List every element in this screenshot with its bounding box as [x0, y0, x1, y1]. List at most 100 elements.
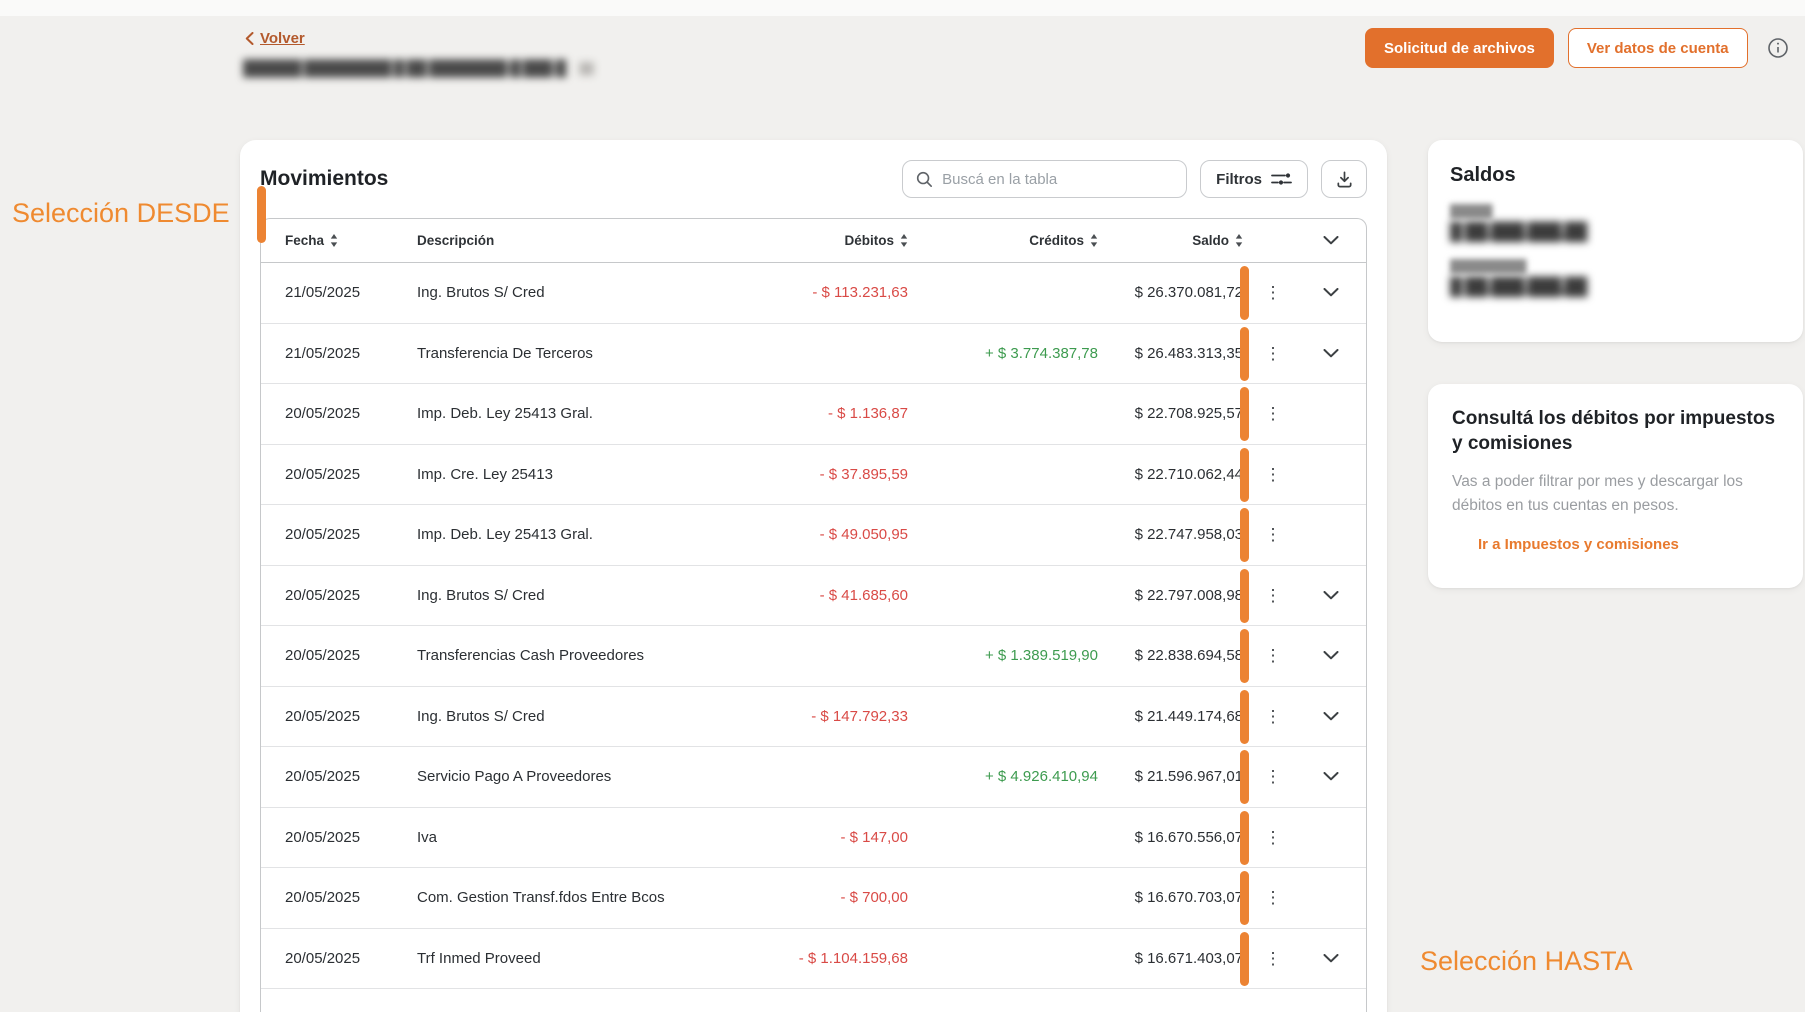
table-row[interactable]: 20/05/2025 Imp. Deb. Ley 25413 Gral. - $…	[261, 505, 1366, 566]
row-saldo: $ 22.797.008,98	[1098, 587, 1243, 604]
col-header-creditos[interactable]: Créditos	[908, 233, 1098, 248]
row-menu-kebab-icon[interactable]: ⋮	[1243, 889, 1303, 906]
selection-hasta-marker	[1240, 569, 1249, 623]
table-row[interactable]: 20/05/2025 Com. Gestion Transf.fdos Entr…	[261, 868, 1366, 929]
row-descripcion: Iva	[403, 829, 748, 846]
sort-icon	[900, 234, 908, 247]
col-header-debitos[interactable]: Débitos	[748, 233, 908, 248]
table-row[interactable]: 20/05/2025 Imp. Deb. Ley 25413 Gral. - $…	[261, 384, 1366, 445]
row-saldo: $ 16.671.403,07	[1098, 950, 1243, 967]
table-search[interactable]	[902, 160, 1187, 198]
row-expand-chevron-icon[interactable]	[1303, 772, 1358, 781]
row-menu-kebab-icon[interactable]: ⋮	[1243, 466, 1303, 483]
saldo-label-redacted: █████	[1450, 204, 1781, 218]
row-descripcion: Imp. Deb. Ley 25413 Gral.	[403, 405, 748, 422]
row-credito: + $ 1.389.519,90	[908, 647, 1098, 664]
movements-card-header: Movimientos Filtros	[240, 140, 1387, 218]
row-descripcion: Trf Inmed Proveed	[403, 950, 748, 967]
sort-icon	[1235, 234, 1243, 247]
col-header-descripcion[interactable]: Descripción	[403, 233, 748, 248]
impuestos-promo-card: Consultá los débitos por impuestos y com…	[1428, 384, 1803, 588]
table-row[interactable]: 20/05/2025 Ing. Brutos S/ Cred - $ 147.7…	[261, 687, 1366, 748]
header-collapse-chevron-icon[interactable]	[1303, 236, 1358, 245]
row-menu-kebab-icon[interactable]: ⋮	[1243, 950, 1303, 967]
row-fecha: 20/05/2025	[285, 950, 403, 967]
col-header-saldo[interactable]: Saldo	[1098, 233, 1243, 248]
filters-sliders-icon	[1271, 171, 1292, 187]
info-icon[interactable]	[1766, 36, 1790, 60]
row-menu-kebab-icon[interactable]: ⋮	[1243, 587, 1303, 604]
movements-card: Movimientos Filtros Fecha Descripción	[240, 140, 1387, 1012]
row-descripcion: Ing. Brutos S/ Cred	[403, 587, 748, 604]
row-menu-kebab-icon[interactable]: ⋮	[1243, 708, 1303, 725]
row-debito: - $ 37.895,59	[748, 466, 908, 483]
account-title: ██████ █████████ █ ██ ████████-█ ███-█ █…	[243, 60, 593, 77]
row-debito: - $ 700,00	[748, 889, 908, 906]
back-link[interactable]: Volver	[245, 30, 305, 47]
table-row[interactable]: 21/05/2025 Transferencia De Terceros + $…	[261, 324, 1366, 385]
back-link-label: Volver	[260, 30, 305, 47]
row-menu-kebab-icon[interactable]: ⋮	[1243, 405, 1303, 422]
table-row[interactable]: 20/05/2025 Imp. Cre. Ley 25413 - $ 37.89…	[261, 445, 1366, 506]
table-row[interactable]: 20/05/2025 Servicio Pago A Proveedores +…	[261, 747, 1366, 808]
row-menu-kebab-icon[interactable]: ⋮	[1243, 526, 1303, 543]
row-expand-chevron-icon[interactable]	[1303, 288, 1358, 297]
row-saldo: $ 16.670.703,07	[1098, 889, 1243, 906]
chevron-left-icon	[245, 32, 254, 45]
search-input[interactable]	[942, 171, 1174, 188]
movements-title: Movimientos	[260, 159, 388, 199]
row-menu-kebab-icon[interactable]: ⋮	[1243, 768, 1303, 785]
row-fecha: 20/05/2025	[285, 768, 403, 785]
saldo-value-redacted: █ ██.███.███,██	[1450, 222, 1781, 242]
account-title-redacted: ██████ █████████ █ ██ ████████-█ ███-█	[243, 60, 565, 77]
row-menu-kebab-icon[interactable]: ⋮	[1243, 345, 1303, 362]
download-icon	[1335, 170, 1354, 189]
row-expand-chevron-icon[interactable]	[1303, 712, 1358, 721]
row-fecha: 20/05/2025	[285, 587, 403, 604]
saldo-label-redacted: █████████	[1450, 259, 1781, 273]
row-expand-chevron-icon[interactable]	[1303, 954, 1358, 963]
row-expand-chevron-icon[interactable]	[1303, 349, 1358, 358]
download-button[interactable]	[1321, 160, 1367, 198]
table-row[interactable]: 20/05/2025 Transferencias Cash Proveedor…	[261, 626, 1366, 687]
selection-hasta-marker	[1240, 508, 1249, 562]
ir-a-impuestos-link[interactable]: Ir a Impuestos y comisiones	[1478, 536, 1679, 553]
row-fecha: 21/05/2025	[285, 345, 403, 362]
filters-button[interactable]: Filtros	[1200, 160, 1308, 198]
row-fecha: 20/05/2025	[285, 526, 403, 543]
promo-body: Vas a poder filtrar por mes y descargar …	[1452, 470, 1779, 518]
saldos-card: Saldos █████ █ ██.███.███,██ █████████ █…	[1428, 140, 1803, 342]
table-row[interactable]: 21/05/2025 Ing. Brutos S/ Cred - $ 113.2…	[261, 263, 1366, 324]
row-saldo: $ 22.710.062,44	[1098, 466, 1243, 483]
row-debito: - $ 49.050,95	[748, 526, 908, 543]
row-debito: - $ 1.136,87	[748, 405, 908, 422]
saldos-title: Saldos	[1450, 164, 1781, 187]
filters-button-label: Filtros	[1216, 171, 1262, 188]
col-label-saldo: Saldo	[1192, 233, 1229, 248]
table-row[interactable]: 20/05/2025 Ing. Brutos S/ Cred - $ 41.68…	[261, 566, 1366, 627]
col-header-fecha[interactable]: Fecha	[285, 233, 403, 248]
row-descripcion: Imp. Deb. Ley 25413 Gral.	[403, 526, 748, 543]
row-debito: - $ 1.104.159,68	[748, 950, 908, 967]
row-fecha: 20/05/2025	[285, 405, 403, 422]
saldo-value-redacted: █ ██.███.███,██	[1450, 277, 1781, 297]
row-menu-kebab-icon[interactable]: ⋮	[1243, 829, 1303, 846]
row-expand-chevron-icon[interactable]	[1303, 591, 1358, 600]
selection-hasta-marker	[1240, 932, 1249, 986]
annotation-seleccion-hasta: Selección HASTA	[1420, 946, 1633, 977]
row-saldo: $ 21.449.174,68	[1098, 708, 1243, 725]
selection-hasta-marker	[1240, 327, 1249, 381]
ver-datos-cuenta-button[interactable]: Ver datos de cuenta	[1568, 28, 1748, 68]
row-menu-kebab-icon[interactable]: ⋮	[1243, 284, 1303, 301]
solicitud-archivos-button[interactable]: Solicitud de archivos	[1365, 28, 1554, 68]
table-row[interactable]: 20/05/2025 Iva - $ 147,00 $ 16.670.556,0…	[261, 808, 1366, 869]
table-body: 21/05/2025 Ing. Brutos S/ Cred - $ 113.2…	[261, 263, 1366, 989]
row-menu-kebab-icon[interactable]: ⋮	[1243, 647, 1303, 664]
table-row[interactable]: 20/05/2025 Trf Inmed Proveed - $ 1.104.1…	[261, 929, 1366, 990]
row-expand-chevron-icon[interactable]	[1303, 651, 1358, 660]
row-saldo: $ 26.483.313,35	[1098, 345, 1243, 362]
row-fecha: 20/05/2025	[285, 889, 403, 906]
row-debito: - $ 147,00	[748, 829, 908, 846]
selection-hasta-marker	[1240, 266, 1249, 320]
row-debito: - $ 113.231,63	[748, 284, 908, 301]
